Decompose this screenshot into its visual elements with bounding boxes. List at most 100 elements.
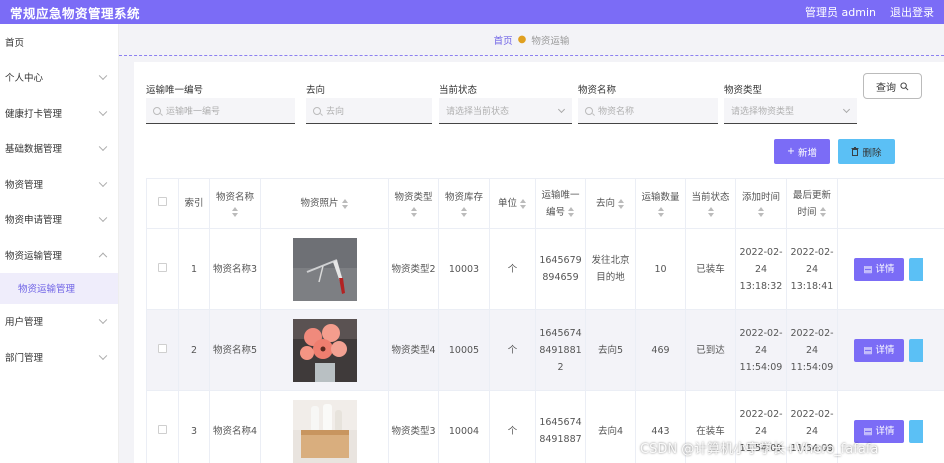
add-button[interactable]: + 新增 <box>774 139 830 164</box>
sort-icon[interactable] <box>617 198 625 210</box>
filter-label-code: 运输唯一编号 <box>146 85 204 96</box>
sort-icon[interactable] <box>231 206 239 218</box>
select-all-checkbox[interactable] <box>146 178 179 229</box>
edit-button[interactable] <box>909 257 923 281</box>
cell-name: 物资名称4 <box>209 390 261 463</box>
sidebar-item-label: 物资管理 <box>5 179 44 191</box>
edit-button[interactable] <box>909 338 923 362</box>
sidebar-item-health[interactable]: 健康打卡管理 <box>0 95 118 131</box>
sort-icon[interactable] <box>341 198 349 210</box>
sidebar-subitem-label: 物资运输管理 <box>18 284 76 295</box>
sort-icon[interactable] <box>410 206 418 218</box>
detail-label: 详情 <box>875 425 895 437</box>
cell-photo <box>260 390 389 463</box>
col-added[interactable]: 添加时间 <box>735 178 787 229</box>
col-updated[interactable]: 最后更新时间 <box>786 178 838 229</box>
chevron-down-icon <box>98 178 108 187</box>
sidebar-subitem-transport-mgmt[interactable]: 物资运输管理 <box>0 272 118 304</box>
status-select[interactable]: 请选择当前状态 <box>439 98 572 124</box>
row-checkbox[interactable] <box>146 390 179 463</box>
sidebar-item-label: 物资运输管理 <box>5 250 63 262</box>
name-placeholder: 物资名称 <box>598 107 635 117</box>
col-dest[interactable]: 去向 <box>585 178 636 229</box>
breadcrumb: 首页 ● 物资运输 <box>119 24 944 56</box>
status-placeholder: 请选择当前状态 <box>446 107 510 117</box>
breadcrumb-home[interactable]: 首页 <box>494 33 513 47</box>
tool-photo <box>292 237 357 301</box>
cell-added: 2022-02-24 13:18:32 <box>735 228 787 310</box>
dest-search-input[interactable]: 去向 <box>306 98 432 124</box>
col-stock[interactable]: 物资库存 <box>438 178 490 229</box>
delete-button[interactable]: 删除 <box>838 139 895 164</box>
cell-dest: 去向5 <box>585 309 636 391</box>
query-button[interactable]: 查询 <box>863 73 922 99</box>
col-qty[interactable]: 运输数量 <box>635 178 686 229</box>
detail-icon: ▤ <box>863 344 873 356</box>
col-photo[interactable]: 物资照片 <box>260 178 389 229</box>
filter-label-status: 当前状态 <box>439 85 478 96</box>
chevron-down-icon <box>98 71 108 81</box>
search-icon <box>585 106 593 115</box>
sort-icon[interactable] <box>757 206 765 218</box>
cell-dest: 去向4 <box>585 390 636 463</box>
add-label: 新增 <box>797 147 817 159</box>
type-placeholder: 请选择物资类型 <box>731 107 795 117</box>
edit-button[interactable] <box>909 419 923 443</box>
col-actions <box>837 178 944 229</box>
cell-stock: 10005 <box>438 309 490 391</box>
sidebar-item-label: 首页 <box>5 37 25 49</box>
col-type[interactable]: 物资类型 <box>388 178 439 229</box>
sidebar-item-label: 健康打卡管理 <box>5 108 63 120</box>
cell-dest: 发往北京目的地 <box>585 228 636 310</box>
sidebar-item-basic-data[interactable]: 基础数据管理 <box>0 131 118 167</box>
sidebar-item-supplies[interactable]: 物资管理 <box>0 166 118 202</box>
col-status[interactable]: 当前状态 <box>685 178 736 229</box>
cell-code: 1645679894659 <box>535 228 586 310</box>
cell-stock: 10003 <box>438 228 490 310</box>
sidebar-item-departments[interactable]: 部门管理 <box>0 339 118 375</box>
type-select[interactable]: 请选择物资类型 <box>724 98 857 124</box>
cell-type: 物资类型2 <box>388 228 439 310</box>
plus-icon: + <box>787 146 795 157</box>
top-header: 常规应急物资管理系统 管理员 admin 退出登录 <box>0 0 944 24</box>
sort-icon[interactable] <box>819 206 827 218</box>
filter-label-dest: 去向 <box>306 85 326 96</box>
col-code[interactable]: 运输唯一编号 <box>535 178 586 229</box>
col-unit[interactable]: 单位 <box>489 178 536 229</box>
sidebar-item-users[interactable]: 用户管理 <box>0 304 118 340</box>
chevron-down-icon <box>98 142 108 152</box>
cell-index: 3 <box>178 390 210 463</box>
watermark: CSDN @计算机小宇学长+Vhero_fafafa <box>640 442 879 457</box>
sort-icon[interactable] <box>567 206 575 218</box>
name-search-input[interactable]: 物资名称 <box>578 98 718 124</box>
user-label[interactable]: 管理员 admin <box>805 4 876 20</box>
sidebar-item-home[interactable]: 首页 <box>0 24 118 60</box>
col-name[interactable]: 物资名称 <box>209 178 261 229</box>
code-search-input[interactable]: 运输唯一编号 <box>146 98 295 124</box>
flower-photo <box>292 318 357 382</box>
trash-icon <box>851 147 859 156</box>
row-checkbox[interactable] <box>146 309 179 391</box>
chevron-up-icon <box>98 252 108 261</box>
sidebar: 首页 个人中心 健康打卡管理 基础数据管理 物资管理 物资申请管理 物资运输管理… <box>0 24 119 463</box>
detail-label: 详情 <box>875 263 895 275</box>
sort-icon[interactable] <box>657 206 665 218</box>
sort-icon[interactable] <box>707 206 715 218</box>
sidebar-item-label: 部门管理 <box>5 352 44 364</box>
detail-button[interactable]: ▤ 详情 <box>854 338 904 362</box>
cell-index: 2 <box>178 309 210 391</box>
cell-code: 16456748491887 <box>535 390 586 463</box>
logout-link[interactable]: 退出登录 <box>890 4 934 20</box>
sidebar-item-apply[interactable]: 物资申请管理 <box>0 202 118 238</box>
breadcrumb-separator-icon: ● <box>517 34 527 45</box>
cell-actions: ▤ 详情 <box>837 228 944 310</box>
chevron-down-icon <box>98 213 108 223</box>
row-checkbox[interactable] <box>146 228 179 310</box>
sort-icon[interactable] <box>460 206 468 218</box>
sort-icon[interactable] <box>519 198 527 210</box>
table-row: 1 物资名称3 物资类型2 10003 个 1645679894659 发往北京… <box>146 228 944 310</box>
detail-button[interactable]: ▤ 详情 <box>854 257 904 281</box>
app-title: 常规应急物资管理系统 <box>10 5 141 21</box>
sidebar-item-profile[interactable]: 个人中心 <box>0 60 118 96</box>
sidebar-item-transport[interactable]: 物资运输管理 <box>0 237 118 273</box>
